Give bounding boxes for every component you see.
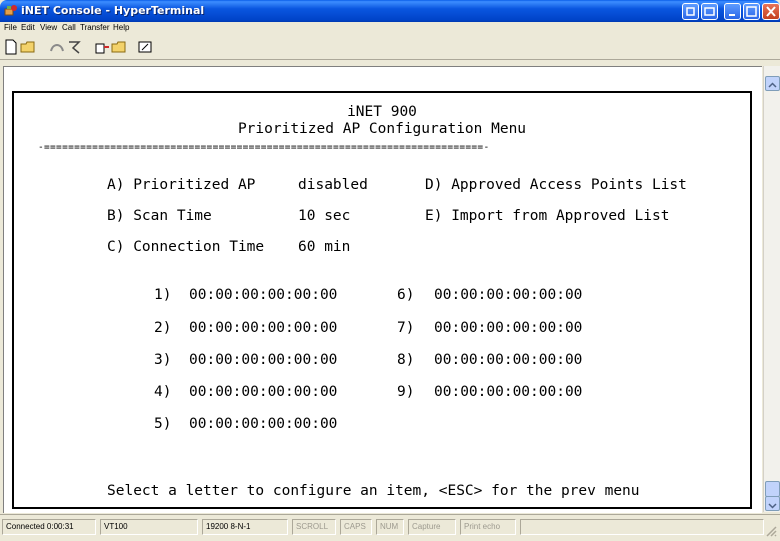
status-capture: Capture bbox=[408, 519, 456, 535]
status-port-settings: 19200 8-N-1 bbox=[202, 519, 288, 535]
ap-mac-address: 00:00:00:00:00:00 bbox=[434, 384, 583, 400]
restore-caption-button[interactable] bbox=[701, 3, 718, 20]
menu-view[interactable]: View bbox=[40, 23, 57, 32]
scroll-up-button[interactable] bbox=[765, 76, 780, 91]
ap-index[interactable]: 1) bbox=[154, 286, 171, 304]
status-scroll: SCROLL bbox=[292, 519, 336, 535]
separator-line: -=======================================… bbox=[38, 142, 490, 153]
terminal-window[interactable]: iNET 900 Prioritized AP Configuration Me… bbox=[3, 66, 762, 513]
menu-header-device: iNET 900 bbox=[347, 104, 417, 120]
help-caption-button[interactable] bbox=[682, 3, 699, 20]
menu-help[interactable]: Help bbox=[113, 23, 129, 32]
receive-icon[interactable] bbox=[111, 39, 127, 55]
ap-mac-address: 00:00:00:00:00:00 bbox=[434, 320, 583, 336]
status-connected: Connected 0:00:31 bbox=[2, 519, 96, 535]
menu-edit[interactable]: Edit bbox=[21, 23, 35, 32]
ap-mac-address: 00:00:00:00:00:00 bbox=[434, 352, 583, 368]
disconnect-icon[interactable] bbox=[49, 39, 65, 55]
menu-file[interactable]: File bbox=[4, 23, 17, 32]
ap-index[interactable]: 3) bbox=[154, 351, 171, 369]
status-print-echo: Print echo bbox=[460, 519, 516, 535]
terminal-menu-frame: iNET 900 Prioritized AP Configuration Me… bbox=[12, 91, 752, 509]
menu-bar: File Edit View Call Transfer Help bbox=[0, 22, 780, 35]
scroll-down-button[interactable] bbox=[765, 496, 780, 511]
option-e-label[interactable]: E) Import from Approved List bbox=[425, 207, 669, 225]
ap-mac-address: 00:00:00:00:00:00 bbox=[189, 320, 338, 336]
window-title: iNET Console - HyperTerminal bbox=[21, 4, 205, 17]
restore-icon bbox=[704, 7, 715, 16]
title-bar[interactable]: iNET Console - HyperTerminal bbox=[0, 0, 780, 22]
status-bar: Connected 0:00:31 VT100 19200 8-N-1 SCRO… bbox=[0, 514, 780, 541]
close-icon bbox=[766, 6, 776, 17]
arrow-up-icon bbox=[768, 82, 777, 88]
ap-index[interactable]: 8) bbox=[397, 351, 414, 369]
option-a-value: disabled bbox=[298, 177, 368, 193]
option-d-label[interactable]: D) Approved Access Points List bbox=[425, 176, 687, 194]
option-b-label[interactable]: B) Scan Time bbox=[107, 207, 212, 225]
scroll-thumb[interactable] bbox=[765, 481, 780, 497]
ap-index[interactable]: 4) bbox=[154, 383, 171, 401]
ap-index[interactable]: 7) bbox=[397, 319, 414, 337]
option-a-label[interactable]: A) Prioritized AP bbox=[107, 176, 255, 194]
menu-prompt: Select a letter to configure an item, <E… bbox=[107, 483, 640, 499]
menu-header-title: Prioritized AP Configuration Menu bbox=[237, 121, 527, 137]
status-emulation: VT100 bbox=[100, 519, 198, 535]
ap-index[interactable]: 6) bbox=[397, 286, 414, 304]
ap-mac-address: 00:00:00:00:00:00 bbox=[434, 287, 583, 303]
ap-mac-address: 00:00:00:00:00:00 bbox=[189, 287, 338, 303]
ap-index[interactable]: 9) bbox=[397, 383, 414, 401]
ap-mac-address: 00:00:00:00:00:00 bbox=[189, 416, 338, 432]
new-connection-icon[interactable] bbox=[3, 39, 19, 55]
option-b-value: 10 sec bbox=[298, 208, 351, 224]
hyperterminal-app-icon[interactable] bbox=[4, 4, 18, 18]
ap-mac-address: 00:00:00:00:00:00 bbox=[189, 384, 338, 400]
close-button[interactable] bbox=[762, 3, 780, 20]
ap-index[interactable]: 5) bbox=[154, 415, 171, 433]
properties-icon[interactable] bbox=[137, 39, 153, 55]
toolbar bbox=[0, 35, 780, 60]
open-icon[interactable] bbox=[20, 39, 36, 55]
ap-index[interactable]: 2) bbox=[154, 319, 171, 337]
status-num: NUM bbox=[376, 519, 404, 535]
resize-grip-icon[interactable] bbox=[765, 525, 777, 537]
status-empty-panel bbox=[520, 519, 764, 535]
option-c-label[interactable]: C) Connection Time bbox=[107, 238, 264, 256]
minimize-icon bbox=[729, 14, 735, 16]
maximize-icon bbox=[746, 6, 757, 17]
send-icon[interactable] bbox=[94, 39, 110, 55]
menu-call[interactable]: Call bbox=[62, 23, 76, 32]
help-icon bbox=[686, 7, 695, 16]
option-c-value: 60 min bbox=[298, 239, 351, 255]
minimize-button[interactable] bbox=[724, 3, 741, 20]
ap-mac-address: 00:00:00:00:00:00 bbox=[189, 352, 338, 368]
menu-transfer[interactable]: Transfer bbox=[80, 23, 110, 32]
status-caps: CAPS bbox=[340, 519, 372, 535]
vertical-scrollbar[interactable] bbox=[763, 66, 780, 512]
dial-icon[interactable] bbox=[66, 39, 82, 55]
maximize-button[interactable] bbox=[743, 3, 760, 20]
arrow-down-icon bbox=[768, 503, 777, 509]
